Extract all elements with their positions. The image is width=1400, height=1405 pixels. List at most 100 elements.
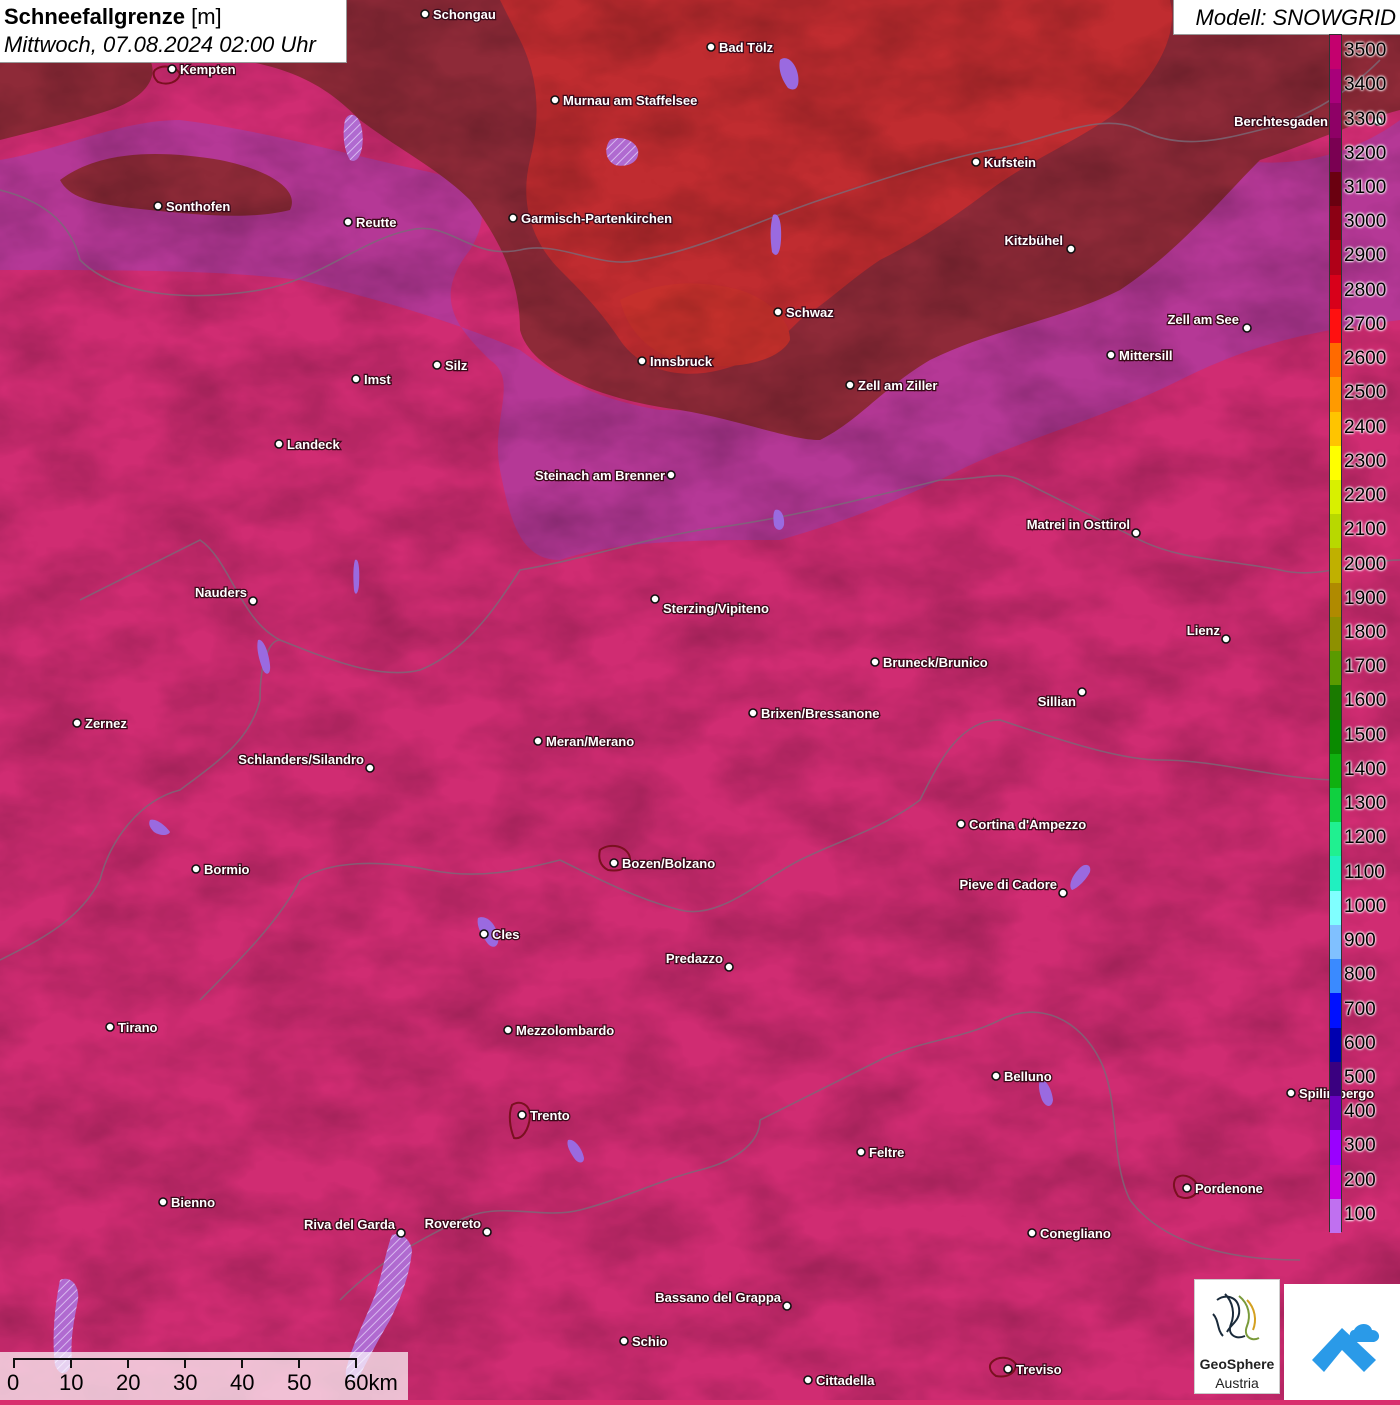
legend-label: 2300 <box>1344 450 1387 472</box>
city-marker[interactable]: Sonthofen <box>153 198 232 215</box>
color-legend <box>1329 34 1342 1234</box>
city-dot-icon <box>1131 528 1141 538</box>
model-label: Modell: SNOWGRID <box>1195 5 1396 30</box>
city-label: Pieve di Cadore <box>959 877 1057 892</box>
legend-swatch <box>1330 103 1341 139</box>
legend-label: 3200 <box>1344 142 1387 164</box>
legend-label: 2000 <box>1344 553 1387 575</box>
city-dot-icon <box>1003 1364 1013 1374</box>
scale-tick <box>70 1358 72 1368</box>
legend-label: 1200 <box>1344 827 1387 849</box>
city-label: Sillian <box>1038 694 1076 709</box>
legend-swatch <box>1330 240 1341 276</box>
city-label: Innsbruck <box>650 354 713 369</box>
title-panel: Schneefallgrenze [m] Mittwoch, 07.08.202… <box>0 0 347 63</box>
city-label: Mittersill <box>1119 348 1172 363</box>
legend-swatch <box>1330 445 1341 481</box>
city-marker[interactable]: Garmisch-Partenkirchen <box>508 210 673 227</box>
city-marker[interactable]: Innsbruck <box>637 353 714 370</box>
city-dot-icon <box>666 470 676 480</box>
legend-label: 3400 <box>1344 74 1387 96</box>
city-dot-icon <box>105 1022 115 1032</box>
city-dot-icon <box>724 962 734 972</box>
city-dot-icon <box>845 380 855 390</box>
city-dot-icon <box>479 929 489 939</box>
scale-tick <box>184 1358 186 1368</box>
scale-tick <box>241 1358 243 1368</box>
city-marker[interactable]: Bruneck/Brunico <box>870 654 989 671</box>
city-label: Murnau am Staffelsee <box>563 93 697 108</box>
city-label: Reutte <box>356 215 396 230</box>
legend-swatch <box>1330 753 1341 789</box>
city-marker[interactable]: Conegliano <box>1027 1225 1112 1242</box>
city-label: Cortina d'Ampezzo <box>969 817 1086 832</box>
city-label: Kempten <box>180 62 236 77</box>
legend-label: 2800 <box>1344 279 1387 301</box>
city-marker[interactable]: Murnau am Staffelsee <box>550 92 699 109</box>
legend-swatch <box>1330 171 1341 207</box>
geosphere-name: GeoSphere <box>1199 1356 1275 1372</box>
city-label: Bienno <box>171 1195 215 1210</box>
city-marker[interactable]: Meran/Merano <box>533 733 635 750</box>
legend-swatch <box>1330 651 1341 686</box>
legend-label: 2600 <box>1344 348 1387 370</box>
city-label: Bassano del Grappa <box>655 1290 781 1305</box>
legend-label: 1800 <box>1344 622 1387 643</box>
city-dot-icon <box>517 1110 527 1120</box>
legend-swatch <box>1330 377 1341 412</box>
legend-swatch <box>1330 274 1341 310</box>
forecast-datetime: Mittwoch, 07.08.2024 02:00 Uhr <box>4 32 316 57</box>
legend-label: 2700 <box>1344 313 1387 335</box>
legend-label: 400 <box>1344 1101 1376 1123</box>
city-marker[interactable]: Cortina d'Ampezzo <box>956 816 1088 833</box>
geosphere-austria-logo[interactable]: GeoSphere Austria <box>1194 1279 1280 1394</box>
legend-swatch <box>1330 1164 1341 1200</box>
city-marker[interactable]: Steinach am Brenner <box>534 467 676 484</box>
city-dot-icon <box>508 213 518 223</box>
city-label: Mezzolombardo <box>516 1023 614 1038</box>
city-label: Brixen/Bressanone <box>761 706 880 721</box>
legend-swatch <box>1330 308 1341 344</box>
city-marker[interactable]: Schongau <box>420 6 497 23</box>
legend-swatch <box>1330 1027 1341 1063</box>
legend-label: 2500 <box>1344 382 1387 404</box>
city-label: Bozen/Bolzano <box>622 856 715 871</box>
legend-label: 1000 <box>1344 895 1387 917</box>
city-label: Meran/Merano <box>546 734 634 749</box>
legend-label: 700 <box>1344 998 1376 1020</box>
legend-swatch <box>1330 924 1341 960</box>
city-marker[interactable]: Zell am Ziller <box>845 377 939 394</box>
city-dot-icon <box>420 9 430 19</box>
city-dot-icon <box>365 763 375 773</box>
legend-swatch <box>1330 959 1341 994</box>
city-dot-icon <box>856 1147 866 1157</box>
city-label: Rovereto <box>425 1216 481 1231</box>
legend-label: 1600 <box>1344 690 1387 712</box>
legend-label: 2900 <box>1344 245 1387 267</box>
city-marker[interactable]: Bozen/Bolzano <box>609 855 717 872</box>
snowfall-line-map[interactable]: Schongau Kempten Bad Tölz Murnau am Staffel… <box>0 0 1400 1400</box>
city-marker[interactable]: Brixen/Bressanone <box>748 705 881 722</box>
legend-label: 300 <box>1344 1135 1376 1157</box>
city-dot-icon <box>1106 350 1116 360</box>
city-marker[interactable]: Pordenone <box>1182 1180 1264 1197</box>
city-label: Feltre <box>869 1145 904 1160</box>
city-dot-icon <box>1286 1088 1296 1098</box>
city-label: Schongau <box>433 7 496 22</box>
legend-swatch <box>1330 69 1341 104</box>
city-marker[interactable]: Mezzolombardo <box>503 1022 616 1039</box>
app-logo[interactable] <box>1284 1284 1400 1400</box>
legend-label: 1500 <box>1344 724 1387 746</box>
city-dot-icon <box>1221 634 1231 644</box>
variable-name: Schneefallgrenze <box>4 4 185 29</box>
city-dot-icon <box>482 1227 492 1237</box>
variable-unit: [m] <box>191 4 222 29</box>
scale-bar: 0 10 20 30 40 50 60km <box>0 1352 408 1400</box>
legend-label: 1400 <box>1344 758 1387 780</box>
city-label: Treviso <box>1016 1362 1062 1377</box>
city-label: Nauders <box>195 585 247 600</box>
map-title: Schneefallgrenze [m] <box>4 4 222 30</box>
legend-label: 1300 <box>1344 793 1387 815</box>
scale-label: 30 <box>173 1370 198 1395</box>
mountain-cloud-icon <box>1312 1324 1380 1372</box>
